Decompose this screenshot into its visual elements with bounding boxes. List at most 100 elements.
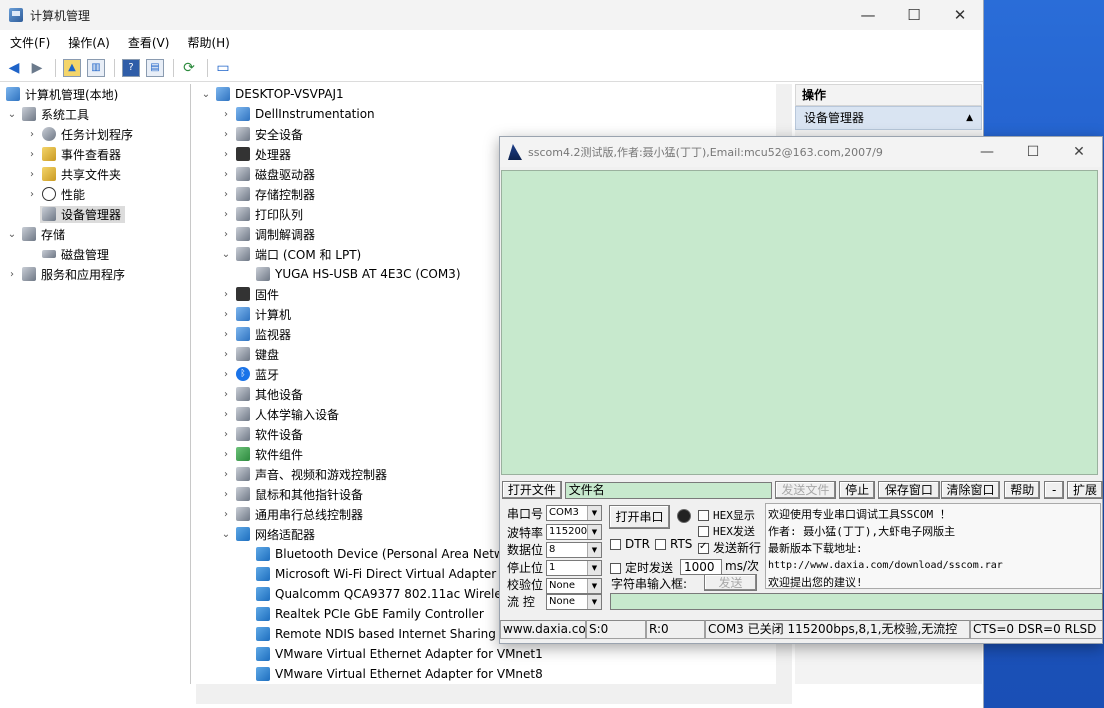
minus-button[interactable]: - <box>1044 481 1065 499</box>
collapse-chevron-icon[interactable]: ⌄ <box>4 109 20 120</box>
expand-chevron-icon[interactable]: › <box>4 269 20 280</box>
minimize-button[interactable]: — <box>845 0 891 30</box>
show-hide-tree-icon[interactable]: ▥ <box>87 58 105 77</box>
collapse-chevron-icon[interactable]: ⌄ <box>218 249 234 260</box>
open-port-button[interactable]: 打开串口 <box>609 505 670 529</box>
menu-help[interactable]: 帮助(H) <box>177 34 237 51</box>
back-arrow-icon[interactable]: ◀ <box>4 58 24 78</box>
tree-item-storage[interactable]: ⌄ 存储 <box>0 224 190 244</box>
maximize-button[interactable]: ☐ <box>891 0 937 30</box>
stop-button[interactable]: 停止 <box>839 481 876 499</box>
device-tree-root[interactable]: ⌄ DESKTOP-VSVPAJ1 <box>196 84 776 104</box>
tree-item-services-apps[interactable]: › 服务和应用程序 <box>0 264 190 284</box>
device-tree-item[interactable]: VMware Virtual Ethernet Adapter for VMne… <box>196 664 776 684</box>
filename-field[interactable]: 文件名 <box>564 481 772 499</box>
collapse-chevron-icon[interactable]: ⌄ <box>4 229 20 240</box>
expand-chevron-icon[interactable]: › <box>218 369 234 380</box>
expand-chevron-icon[interactable]: › <box>218 189 234 200</box>
tree-item-shared-folders[interactable]: › 共享文件夹 <box>0 164 190 184</box>
scan-hardware-icon[interactable]: ⟳ <box>179 58 199 78</box>
up-folder-icon[interactable]: ▲ <box>63 58 81 77</box>
close-button[interactable]: ✕ <box>937 0 983 30</box>
rts-option[interactable]: RTS <box>655 537 692 551</box>
help-button[interactable]: 帮助 <box>1004 481 1041 499</box>
hex-display-checkbox[interactable] <box>698 510 709 521</box>
timed-send-checkbox[interactable] <box>610 563 621 574</box>
hex-send-option[interactable]: HEX发送 <box>698 523 755 539</box>
expand-chevron-icon[interactable]: › <box>24 149 40 160</box>
expand-chevron-icon[interactable]: › <box>218 509 234 520</box>
device-category-icon <box>236 347 250 361</box>
rts-checkbox[interactable] <box>655 539 666 550</box>
dtr-option[interactable]: DTR <box>610 537 650 551</box>
receive-area[interactable] <box>501 170 1098 475</box>
expand-chevron-icon[interactable]: › <box>24 169 40 180</box>
baud-select[interactable]: 115200 ▼ <box>546 524 602 540</box>
send-newline-option[interactable]: 发送新行 <box>698 539 761 556</box>
send-file-button[interactable]: 发送文件 <box>774 481 837 499</box>
device-tree-item[interactable]: VMware Virtual Ethernet Adapter for VMne… <box>196 644 776 664</box>
status-site[interactable]: www.daxia.cor <box>500 620 586 639</box>
tree-item-disk-management[interactable]: 磁盘管理 <box>0 244 190 264</box>
expand-chevron-icon[interactable]: › <box>218 109 234 120</box>
expand-chevron-icon[interactable]: › <box>218 389 234 400</box>
expand-chevron-icon[interactable]: › <box>218 129 234 140</box>
device-label: 安全设备 <box>255 127 304 142</box>
monitor-icon[interactable]: ▭ <box>213 58 233 78</box>
expand-chevron-icon[interactable]: › <box>218 289 234 300</box>
device-category-icon <box>236 487 250 501</box>
tree-item-performance[interactable]: › 性能 <box>0 184 190 204</box>
hex-send-checkbox[interactable] <box>698 526 709 537</box>
expand-chevron-icon[interactable]: › <box>218 169 234 180</box>
hex-display-option[interactable]: HEX显示 <box>698 507 755 523</box>
menu-file[interactable]: 文件(F) <box>0 34 58 51</box>
collapse-chevron-icon[interactable]: ⌄ <box>218 529 234 540</box>
expand-chevron-icon[interactable]: › <box>218 349 234 360</box>
expand-chevron-icon[interactable]: › <box>218 469 234 480</box>
maximize-button[interactable]: ☐ <box>1010 137 1056 167</box>
expand-chevron-icon[interactable]: › <box>218 229 234 240</box>
tree-item-event-viewer[interactable]: › 事件查看器 <box>0 144 190 164</box>
send-input[interactable] <box>610 593 1103 610</box>
send-newline-checkbox[interactable] <box>698 541 709 554</box>
flow-control-select[interactable]: None ▼ <box>546 594 602 610</box>
tree-item-computer-management[interactable]: 计算机管理(本地) <box>0 84 190 104</box>
menu-action[interactable]: 操作(A) <box>58 34 118 51</box>
expand-chevron-icon[interactable]: › <box>218 309 234 320</box>
menu-view[interactable]: 查看(V) <box>118 34 178 51</box>
tree-item-task-scheduler[interactable]: › 任务计划程序 <box>0 124 190 144</box>
horizontal-scrollbar[interactable] <box>196 684 792 704</box>
expand-chevron-icon[interactable]: › <box>218 449 234 460</box>
expand-chevron-icon[interactable]: › <box>24 129 40 140</box>
stop-bits-select[interactable]: 1 ▼ <box>546 560 602 576</box>
close-button[interactable]: ✕ <box>1056 137 1102 167</box>
collapse-chevron-icon[interactable]: ⌄ <box>198 89 214 100</box>
open-file-button[interactable]: 打开文件 <box>502 481 562 499</box>
properties-icon[interactable]: ▤ <box>146 58 164 77</box>
expand-chevron-icon[interactable]: › <box>218 209 234 220</box>
tree-item-system-tools[interactable]: ⌄ 系统工具 <box>0 104 190 124</box>
actions-section-device-manager[interactable]: 设备管理器 ▲ <box>795 106 982 130</box>
send-button[interactable]: 发送 <box>704 574 757 591</box>
port-select[interactable]: COM3 ▼ <box>546 505 602 521</box>
clear-window-button[interactable]: 清除窗口 <box>940 481 1001 499</box>
help-icon[interactable]: ? <box>122 58 140 77</box>
timed-send-option[interactable]: 定时发送 <box>610 559 673 576</box>
tree-item-device-manager[interactable]: 设备管理器 <box>0 204 190 224</box>
expand-chevron-icon[interactable]: › <box>218 329 234 340</box>
parity-select[interactable]: None ▼ <box>546 578 602 594</box>
expand-chevron-icon[interactable]: › <box>24 189 40 200</box>
expand-chevron-icon[interactable]: › <box>218 409 234 420</box>
minimize-button[interactable]: — <box>964 137 1010 167</box>
device-tree-item[interactable]: › DellInstrumentation <box>196 104 776 124</box>
expand-chevron-icon[interactable]: › <box>218 429 234 440</box>
dtr-checkbox[interactable] <box>610 539 621 550</box>
expand-chevron-icon[interactable]: › <box>218 489 234 500</box>
expand-chevron-icon[interactable]: › <box>218 149 234 160</box>
collapse-arrow-icon[interactable]: ▲ <box>966 107 973 129</box>
data-bits-select[interactable]: 8 ▼ <box>546 542 602 558</box>
expand-button[interactable]: 扩展 <box>1067 481 1103 499</box>
forward-arrow-icon[interactable]: ▶ <box>27 58 47 78</box>
interval-input[interactable]: 1000 <box>680 559 722 575</box>
save-window-button[interactable]: 保存窗口 <box>878 481 940 499</box>
